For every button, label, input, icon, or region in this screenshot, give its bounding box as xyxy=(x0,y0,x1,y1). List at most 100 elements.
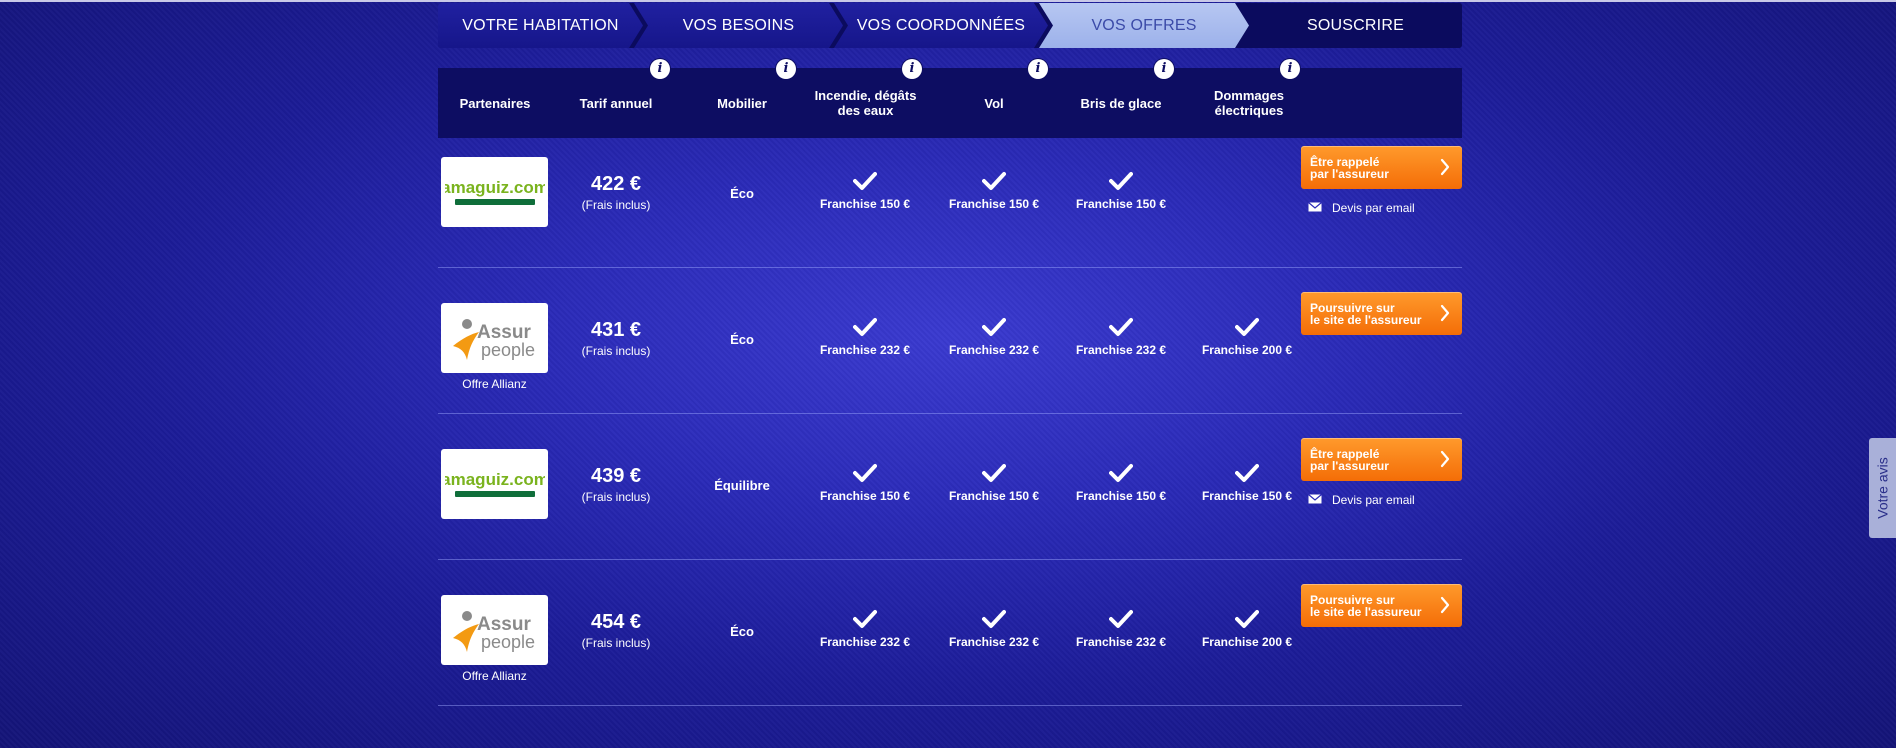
assur-people-logo: Assurpeople xyxy=(452,611,535,652)
email-quote-link[interactable]: Devis par email xyxy=(1308,493,1415,507)
svg-text:people: people xyxy=(481,340,535,360)
check-icon xyxy=(1109,318,1133,336)
check-icon xyxy=(1109,172,1133,190)
price-note: (Frais inclus) xyxy=(581,636,651,650)
partner-subtitle: Offre Allianz xyxy=(462,377,527,391)
franchise-value: Franchise 232 € xyxy=(948,343,1040,357)
price-note: (Frais inclus) xyxy=(581,198,651,212)
offer-row: Assur people Offre Allianz 431 € (Frais incl… xyxy=(438,267,1462,414)
partner-logo[interactable]: Assur people xyxy=(441,303,548,373)
coverage-vol: Franchise 150 € xyxy=(939,171,1049,211)
offer-row: amaguiz.com 439 € (Frais inclus) Équilibre F… xyxy=(438,413,1462,560)
offer-row: Assur people Offre Allianz 454 € (Frais incl… xyxy=(438,559,1462,706)
offers-panel: VOTRE HABITATION VOS BESOINS VOS COORDON… xyxy=(438,3,1462,706)
check-icon xyxy=(1235,464,1259,482)
assur-people-logo: Assurpeople xyxy=(452,319,535,360)
envelope-icon xyxy=(1308,493,1322,507)
franchise-value: Franchise 150 € xyxy=(1075,197,1167,211)
callback-button[interactable]: Être rappelé par l'assureur xyxy=(1301,146,1462,189)
info-icon-bris[interactable]: i xyxy=(1154,59,1174,79)
coverage-vol: Franchise 232 € xyxy=(939,317,1049,357)
envelope-icon xyxy=(1308,201,1322,215)
check-icon xyxy=(1235,610,1259,628)
franchise-value: Franchise 232 € xyxy=(1075,635,1167,649)
franchise-value: Franchise 232 € xyxy=(948,635,1040,649)
email-quote-label: Devis par email xyxy=(1332,201,1415,215)
info-icon-dommages[interactable]: i xyxy=(1280,59,1300,79)
coverage-dommages: Franchise 200 € xyxy=(1192,317,1302,357)
chevron-right-icon xyxy=(1440,596,1450,616)
cta-label: Être rappelé par l'assureur xyxy=(1310,154,1389,181)
annual-price: 439 € xyxy=(590,465,642,487)
mobilier-level: Éco xyxy=(730,332,754,347)
partner-logo[interactable]: amaguiz.com xyxy=(441,449,548,519)
franchise-value: Franchise 150 € xyxy=(1075,489,1167,503)
franchise-value: Franchise 150 € xyxy=(1201,489,1293,503)
franchise-value: Franchise 232 € xyxy=(1075,343,1167,357)
franchise-value: Franchise 200 € xyxy=(1201,343,1293,357)
partner-subtitle: Offre Allianz xyxy=(462,669,527,683)
franchise-value: Franchise 150 € xyxy=(819,489,911,503)
chevron-right-icon xyxy=(1440,450,1450,470)
annual-price: 454 € xyxy=(590,611,642,633)
coverage-bris: Franchise 150 € xyxy=(1066,463,1176,503)
step-vos-offres[interactable]: VOS OFFRES xyxy=(1039,3,1249,48)
feedback-tab[interactable]: Votre avis xyxy=(1869,438,1896,538)
cta-label: Être rappelé par l'assureur xyxy=(1310,446,1389,473)
amaguiz-logo: amaguiz.com xyxy=(445,470,545,497)
chevron-right-icon xyxy=(1440,158,1450,178)
svg-text:amaguiz.com: amaguiz.com xyxy=(445,178,545,197)
step-vos-coordonnees[interactable]: VOS COORDONNÉES xyxy=(834,3,1048,48)
mobilier-level: Équilibre xyxy=(714,478,770,493)
check-icon xyxy=(982,610,1006,628)
annual-price: 431 € xyxy=(590,319,642,341)
franchise-value: Franchise 150 € xyxy=(948,489,1040,503)
price-cell: 422 € (Frais inclus) xyxy=(566,173,666,212)
step-vos-besoins[interactable]: VOS BESOINS xyxy=(634,3,843,48)
franchise-value: Franchise 232 € xyxy=(819,635,911,649)
continue-to-insurer-button[interactable]: Poursuivre sur le site de l'assureur xyxy=(1301,584,1462,627)
check-icon xyxy=(982,318,1006,336)
check-icon xyxy=(1235,318,1259,336)
email-quote-label: Devis par email xyxy=(1332,493,1415,507)
svg-text:people: people xyxy=(481,632,535,652)
cta-label: Poursuivre sur le site de l'assureur xyxy=(1310,300,1422,327)
step-votre-habitation[interactable]: VOTRE HABITATION xyxy=(438,3,643,48)
partner-logo[interactable]: Assur people xyxy=(441,595,548,665)
partner-logo[interactable]: amaguiz.com xyxy=(441,157,548,227)
info-icon-incendie[interactable]: i xyxy=(902,59,922,79)
info-icon-vol[interactable]: i xyxy=(1028,59,1048,79)
check-icon xyxy=(1109,610,1133,628)
franchise-value: Franchise 200 € xyxy=(1201,635,1293,649)
info-icon-mobilier[interactable]: i xyxy=(776,59,796,79)
coverage-incendie: Franchise 150 € xyxy=(810,463,920,503)
step-souscrire: SOUSCRIRE xyxy=(1249,3,1462,48)
offer-row: amaguiz.com 422 € (Frais inclus) Éco Franchi… xyxy=(438,121,1462,268)
progress-steps: VOTRE HABITATION VOS BESOINS VOS COORDON… xyxy=(438,3,1462,48)
callback-button[interactable]: Être rappelé par l'assureur xyxy=(1301,438,1462,481)
coverage-incendie: Franchise 150 € xyxy=(810,171,920,211)
coverage-dommages: Franchise 150 € xyxy=(1192,463,1302,503)
coverage-incendie: Franchise 232 € xyxy=(810,609,920,649)
top-border xyxy=(0,0,1896,2)
email-quote-link[interactable]: Devis par email xyxy=(1308,201,1415,215)
coverage-dommages: Franchise 200 € xyxy=(1192,609,1302,649)
coverage-vol: Franchise 232 € xyxy=(939,609,1049,649)
chevron-right-icon xyxy=(1440,304,1450,324)
continue-to-insurer-button[interactable]: Poursuivre sur le site de l'assureur xyxy=(1301,292,1462,335)
check-icon xyxy=(853,172,877,190)
check-icon xyxy=(853,318,877,336)
coverage-bris: Franchise 232 € xyxy=(1066,317,1176,357)
coverage-bris: Franchise 150 € xyxy=(1066,171,1176,211)
info-icon-tarif[interactable]: i xyxy=(650,59,670,79)
price-cell: 431 € (Frais inclus) xyxy=(566,319,666,358)
price-cell: 439 € (Frais inclus) xyxy=(566,465,666,504)
franchise-value: Franchise 150 € xyxy=(948,197,1040,211)
svg-text:amaguiz.com: amaguiz.com xyxy=(445,470,545,489)
check-icon xyxy=(982,464,1006,482)
amaguiz-logo: amaguiz.com xyxy=(445,178,545,205)
check-icon xyxy=(853,464,877,482)
price-cell: 454 € (Frais inclus) xyxy=(566,611,666,650)
price-note: (Frais inclus) xyxy=(581,344,651,358)
coverage-bris: Franchise 232 € xyxy=(1066,609,1176,649)
